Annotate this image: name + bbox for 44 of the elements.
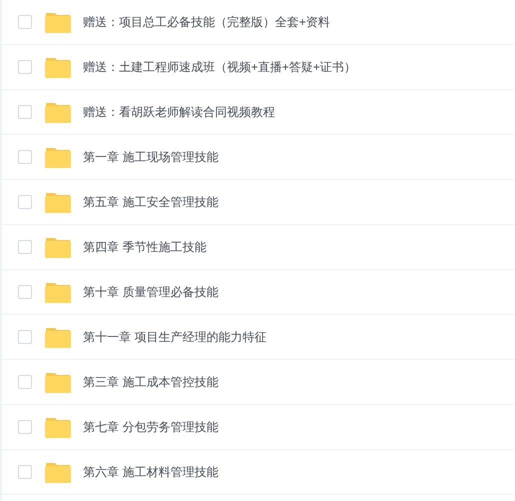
folder-icon — [45, 12, 71, 32]
file-name[interactable]: 赠送：看胡跃老师解读合同视频教程 — [83, 103, 275, 121]
file-row[interactable]: 赠送：土建工程师速成班（视频+直播+答疑+证书） — [2, 45, 515, 90]
file-row[interactable]: 第六章 施工材料管理技能 — [2, 450, 515, 495]
file-name[interactable]: 赠送：土建工程师速成班（视频+直播+答疑+证书） — [83, 58, 356, 76]
checkbox[interactable] — [18, 240, 32, 254]
folder-icon — [45, 462, 71, 482]
folder-icon — [45, 326, 71, 348]
checkbox[interactable] — [18, 285, 32, 299]
file-row[interactable]: 第七章 分包劳务管理技能 — [2, 405, 515, 450]
file-name[interactable]: 第三章 施工成本管控技能 — [83, 373, 218, 391]
file-row[interactable]: 第一章 施工现场管理技能 — [2, 135, 515, 180]
file-row[interactable]: 第四章 季节性施工技能 — [2, 225, 515, 270]
file-name[interactable]: 第五章 施工安全管理技能 — [83, 193, 218, 211]
folder-icon — [45, 236, 71, 258]
checkbox[interactable] — [18, 375, 32, 389]
folder-icon — [45, 372, 71, 392]
file-row[interactable]: 赠送：看胡跃老师解读合同视频教程 — [2, 90, 515, 135]
checkbox[interactable] — [18, 60, 32, 74]
checkbox[interactable] — [18, 330, 32, 344]
folder-icon — [45, 416, 71, 438]
file-row[interactable]: 第十章 质量管理必备技能 — [2, 270, 515, 315]
folder-icon — [45, 146, 71, 168]
file-row[interactable]: 第三章 施工成本管控技能 — [2, 360, 515, 405]
checkbox[interactable] — [18, 15, 32, 29]
checkbox[interactable] — [18, 420, 32, 434]
folder-icon — [45, 192, 71, 212]
folder-icon — [45, 56, 71, 78]
file-row[interactable]: 赠送：项目总工必备技能（完整版）全套+资料 — [2, 0, 515, 45]
file-name[interactable]: 第四章 季节性施工技能 — [83, 238, 206, 256]
checkbox[interactable] — [18, 465, 32, 479]
file-name[interactable]: 第一章 施工现场管理技能 — [83, 148, 218, 166]
file-name[interactable]: 第十一章 项目生产经理的能力特征 — [83, 328, 266, 346]
file-name[interactable]: 第十章 质量管理必备技能 — [83, 283, 218, 301]
file-row[interactable]: 第五章 施工安全管理技能 — [2, 180, 515, 225]
folder-icon — [45, 282, 71, 302]
file-name[interactable]: 第七章 分包劳务管理技能 — [83, 418, 218, 436]
file-name[interactable]: 第六章 施工材料管理技能 — [83, 463, 218, 481]
checkbox[interactable] — [18, 150, 32, 164]
checkbox[interactable] — [18, 195, 32, 209]
file-row[interactable]: 第十一章 项目生产经理的能力特征 — [2, 315, 515, 360]
file-name[interactable]: 赠送：项目总工必备技能（完整版）全套+资料 — [83, 13, 330, 31]
checkbox[interactable] — [18, 105, 32, 119]
folder-icon — [45, 102, 71, 122]
